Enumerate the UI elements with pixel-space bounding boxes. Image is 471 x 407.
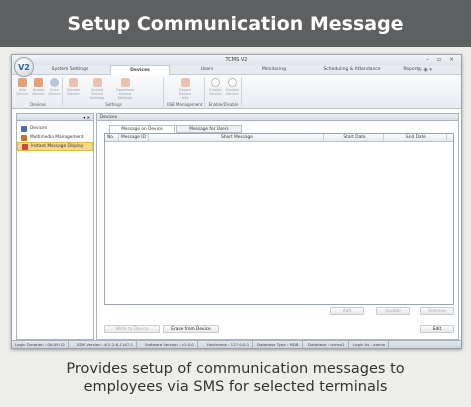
ribbon-group-title: Settings	[105, 102, 122, 107]
message-table[interactable]: No. Message ID Short Message Start Date …	[104, 133, 454, 305]
column-header-short-message[interactable]: Short Message	[149, 134, 324, 142]
ribbon-group-devices: Add Device Delete Device Scan Device Dev…	[14, 77, 63, 107]
multimedia-icon	[21, 134, 27, 141]
sidebar-pin-icon[interactable]: ▾ ✕	[17, 114, 93, 121]
ribbon-toolbar: Add Device Delete Device Scan Device Dev…	[12, 75, 461, 109]
ribbon-group-settings: Disable Device Upload Device Settings Do…	[64, 77, 164, 107]
delete-device-button[interactable]: Delete Device	[31, 78, 46, 96]
tab-monitoring[interactable]: Monitoring	[244, 65, 304, 75]
app-logo-icon[interactable]: V2	[14, 57, 34, 77]
ribbon-group-usb: Export Device Info USB Management	[165, 77, 205, 107]
column-header-end-date[interactable]: End Date	[384, 134, 447, 142]
add-device-button[interactable]: Add Device	[15, 78, 30, 96]
update-button[interactable]: Update	[376, 307, 410, 315]
disable-device-icon	[69, 78, 78, 87]
sidebar-item-instant-message-display[interactable]: Instant Message Display	[17, 142, 93, 151]
usb-icon	[180, 78, 190, 87]
caption: Provides setup of communication messages…	[0, 360, 471, 396]
status-hostname: Hostname : 127.0.0.1	[204, 341, 254, 348]
ribbon-group-title: USB Management	[166, 102, 203, 107]
caption-line-1: Provides setup of communication messages…	[66, 361, 405, 377]
tab-devices[interactable]: Devices	[110, 65, 170, 75]
search-icon	[50, 78, 59, 87]
stop-icon	[228, 78, 237, 87]
ribbon-group-enable-disable: Enable Device Disable Device Enable/Disa…	[206, 77, 242, 107]
devices-icon	[21, 125, 27, 132]
window-controls[interactable]: – ▫ ×	[426, 55, 457, 65]
add-device-icon	[18, 78, 27, 87]
tab-scheduling-attendance[interactable]: Scheduling & Attendance	[312, 65, 392, 75]
check-icon	[211, 78, 220, 87]
banner-title: Setup Communication Message	[0, 0, 471, 47]
column-header-no[interactable]: No.	[105, 134, 119, 142]
help-icon[interactable]: ◇ ◉ ▾	[395, 65, 455, 75]
status-sdk-version: SDK Version : 6.2.2.6-1147-1	[74, 341, 138, 348]
edit-button[interactable]: Edit	[420, 325, 454, 333]
menu-bar: System Settings Devices Users Monitoring…	[12, 65, 461, 75]
ribbon-group-title: Enable/Disable	[208, 102, 239, 107]
enable-device-button[interactable]: Enable Device	[208, 78, 223, 96]
application-window: V2 TCMS V2 – ▫ × System Settings Devices…	[11, 54, 462, 349]
message-icon	[22, 143, 28, 150]
ribbon-group-title: Devices	[30, 102, 46, 107]
sidebar: ▾ ✕ Devices Multimedia Management Instan…	[16, 113, 94, 340]
table-header: No. Message ID Short Message Start Date …	[105, 134, 453, 142]
scan-device-button[interactable]: Scan Device	[47, 78, 62, 96]
disable-device-button[interactable]: Disable Device	[66, 78, 81, 96]
window-titlebar: TCMS V2 – ▫ ×	[12, 55, 461, 65]
status-bar: Login Duration : 00:09:12 SDK Version : …	[12, 340, 461, 348]
tab-users[interactable]: Users	[177, 65, 237, 75]
panel-title: Devices	[97, 114, 458, 121]
caption-line-2: employees via SMS for selected terminals	[83, 379, 388, 395]
upload-settings-button[interactable]: Upload Device Settings	[86, 78, 108, 100]
remove-button[interactable]: Remove	[420, 307, 454, 315]
upload-icon	[92, 78, 102, 87]
window-title: TCMS V2	[225, 57, 248, 63]
write-to-device-button[interactable]: Write to Device	[104, 325, 160, 333]
tab-message-for-users[interactable]: Message for Users	[176, 125, 242, 133]
status-database: Database : tcmsv2	[305, 341, 349, 348]
status-software-version: Software Version : v1.0.0	[142, 341, 198, 348]
sidebar-item-multimedia-management[interactable]: Multimedia Management	[17, 133, 93, 142]
export-device-info-button[interactable]: Export Device Info	[175, 78, 195, 100]
status-database-type: Database Type : MDB	[254, 341, 303, 348]
tab-system-settings[interactable]: System Settings	[40, 65, 100, 75]
column-header-start-date[interactable]: Start Date	[324, 134, 384, 142]
download-settings-button[interactable]: Download Device Settings	[112, 78, 138, 100]
add-button[interactable]: Add	[330, 307, 364, 315]
sidebar-item-devices[interactable]: Devices	[17, 124, 93, 133]
column-header-message-id[interactable]: Message ID	[119, 134, 149, 142]
erase-from-device-button[interactable]: Erase from Device	[163, 325, 219, 333]
disable-device-toggle-button[interactable]: Disable Device	[225, 78, 240, 96]
download-icon	[120, 78, 130, 87]
delete-device-icon	[34, 78, 43, 87]
tab-message-on-device[interactable]: Message on Device	[109, 125, 175, 133]
status-login-as: Login As : admin	[350, 341, 390, 348]
main-panel: Devices Message on Device Message for Us…	[96, 113, 459, 340]
status-login-duration: Login Duration : 00:09:12	[12, 341, 69, 348]
